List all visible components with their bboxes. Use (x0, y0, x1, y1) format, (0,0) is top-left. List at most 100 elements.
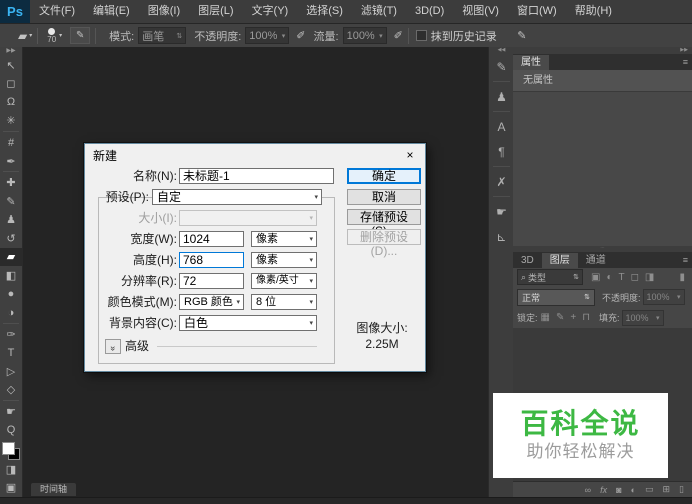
panel-menu-icon[interactable]: ≡ (683, 255, 688, 265)
save-preset-button[interactable]: 存储预设(S)... (347, 209, 421, 225)
menu-filter[interactable]: 滤镜(T) (352, 0, 406, 23)
brush-panel-toggle-icon[interactable]: ✎ (513, 28, 531, 43)
link-layers-icon[interactable]: ∞ (585, 485, 591, 495)
timeline-panel-tab[interactable]: 时间轴 (31, 483, 76, 496)
blend-mode-select[interactable]: 正常 ⇅ (517, 289, 595, 306)
new-group-icon[interactable]: ▭ (645, 484, 654, 495)
toggle-brush-panel-icon[interactable]: ✎ (70, 27, 90, 44)
character-panel-icon[interactable]: A (490, 114, 513, 139)
panel-collapse-icon[interactable]: ▶▶ (513, 47, 692, 54)
layer-mask-icon[interactable]: ◙ (616, 485, 621, 495)
width-input[interactable]: 1024 (179, 231, 244, 247)
tool-preset-caret-icon[interactable]: ▾ (29, 32, 32, 39)
tool-presets-panel-icon[interactable]: ✗ (490, 169, 513, 194)
move-tool[interactable]: ↖ (0, 56, 22, 75)
resolution-input[interactable]: 72 (179, 273, 244, 289)
layer-opacity-select[interactable]: 100% ▾ (643, 289, 685, 305)
paragraph-panel-icon[interactable]: ¶ (490, 139, 513, 164)
filter-smart-icon[interactable]: ◨ (645, 272, 654, 283)
background-select[interactable]: 白色 ▾ (179, 315, 317, 331)
menu-view[interactable]: 视图(V) (453, 0, 508, 23)
magic-wand-tool[interactable]: ✳ (0, 112, 22, 131)
filter-pixel-icon[interactable]: ▣ (591, 272, 600, 283)
filter-type-select[interactable]: ⌕ 类型 ⇅ (517, 269, 583, 285)
filter-shape-icon[interactable]: ◻ (631, 272, 639, 283)
advanced-expander[interactable]: « (105, 339, 121, 354)
opacity-select[interactable]: 100% ▾ (245, 27, 289, 44)
color-mode-select[interactable]: RGB 颜色 ▾ (179, 294, 244, 310)
menu-help[interactable]: 帮助(H) (566, 0, 621, 23)
lock-move-icon[interactable]: + (570, 312, 576, 323)
clone-source-panel-icon[interactable]: ♟ (490, 84, 513, 109)
color-swatches[interactable] (2, 442, 20, 460)
height-input[interactable]: 768 (179, 252, 244, 268)
zoom-tool[interactable]: Q (0, 421, 22, 440)
hand-gestures-panel-icon[interactable]: ☛ (490, 199, 513, 224)
marquee-tool[interactable]: ◻ (0, 75, 22, 94)
resolution-unit-select[interactable]: 像素/英寸 ▾ (251, 273, 317, 289)
menu-type[interactable]: 文字(Y) (243, 0, 298, 23)
dialog-title-bar[interactable]: 新建 × (85, 144, 425, 166)
tab-3d[interactable]: 3D (513, 253, 542, 268)
brush-tool[interactable]: ✎ (0, 192, 22, 211)
lock-transparent-icon[interactable]: ▦ (541, 312, 550, 323)
eraser-tool-preset-icon[interactable]: ▰ (18, 29, 27, 43)
erase-to-history-checkbox[interactable] (416, 30, 427, 41)
pen-tool[interactable]: ✑ (0, 325, 22, 344)
measurement-panel-icon[interactable]: ⊾ (490, 224, 513, 249)
gradient-tool[interactable]: ◧ (0, 266, 22, 285)
menu-select[interactable]: 选择(S) (297, 0, 352, 23)
healing-brush-tool[interactable]: ✚ (0, 173, 22, 192)
mode-select[interactable]: 画笔 ⇅ (138, 27, 186, 44)
path-select-tool[interactable]: ▷ (0, 362, 22, 381)
delete-layer-icon[interactable]: ▯ (679, 484, 684, 495)
airbrush-icon[interactable]: ✐ (296, 29, 305, 42)
preset-select[interactable]: 自定 ▾ (152, 189, 322, 205)
eraser-tool[interactable]: ▰ (0, 248, 22, 267)
hand-tool[interactable]: ☛ (0, 402, 22, 421)
tab-channels[interactable]: 通道 (578, 253, 614, 268)
clone-stamp-tool[interactable]: ♟ (0, 210, 22, 229)
close-icon[interactable]: × (395, 148, 425, 162)
bit-depth-select[interactable]: 8 位 ▾ (251, 294, 317, 310)
menu-window[interactable]: 窗口(W) (508, 0, 566, 23)
fill-select[interactable]: 100% ▾ (622, 310, 664, 326)
height-unit-select[interactable]: 像素 ▾ (251, 252, 317, 268)
adjustment-layer-icon[interactable]: ◐ (631, 485, 636, 495)
history-brush-tool[interactable]: ↺ (0, 229, 22, 248)
width-unit-select[interactable]: 像素 ▾ (251, 231, 317, 247)
filter-toggle-icon[interactable]: ▮ (679, 272, 685, 283)
brush-size-picker[interactable]: 70 (47, 28, 56, 43)
dodge-tool[interactable]: ◑ (0, 303, 22, 322)
foreground-color-swatch[interactable] (2, 442, 15, 455)
lock-all-icon[interactable]: ⊓ (582, 312, 590, 323)
type-tool[interactable]: T (0, 343, 22, 362)
menu-edit[interactable]: 编辑(E) (84, 0, 139, 23)
flow-select[interactable]: 100% ▾ (343, 27, 387, 44)
eyedropper-tool[interactable]: ✒ (0, 152, 22, 171)
toolbar-collapse-icon[interactable]: ▶▶ (6, 47, 15, 56)
new-layer-icon[interactable]: ⊞ (663, 484, 671, 495)
screen-mode-button[interactable]: ▣ (0, 478, 22, 497)
lock-paint-icon[interactable]: ✎ (556, 312, 564, 323)
lasso-tool[interactable]: Ω (0, 93, 22, 112)
menu-image[interactable]: 图像(I) (139, 0, 189, 23)
dock-collapse-icon[interactable]: ◀◀ (498, 47, 506, 54)
brush-picker-caret-icon[interactable]: ▾ (59, 32, 62, 39)
tab-layers[interactable]: 图层 (542, 253, 578, 268)
airbrush-flow-icon[interactable]: ✐ (394, 29, 403, 42)
menu-file[interactable]: 文件(F) (30, 0, 84, 23)
menu-layer[interactable]: 图层(L) (189, 0, 242, 23)
name-input[interactable]: 未标题-1 (179, 168, 334, 184)
ok-button[interactable]: 确定 (347, 168, 421, 184)
crop-tool[interactable]: # (0, 133, 22, 152)
blur-tool[interactable]: ● (0, 285, 22, 304)
brush-panel-icon[interactable]: ✎ (490, 54, 513, 79)
tab-properties[interactable]: 属性 (513, 55, 549, 70)
panel-menu-icon[interactable]: ≡ (683, 57, 688, 67)
quick-mask-button[interactable]: ◨ (0, 460, 22, 479)
layer-effects-icon[interactable]: fx (600, 485, 607, 495)
filter-adjustment-icon[interactable]: ◐ (606, 272, 612, 283)
shape-tool[interactable]: ◇ (0, 381, 22, 400)
menu-3d[interactable]: 3D(D) (406, 0, 453, 23)
